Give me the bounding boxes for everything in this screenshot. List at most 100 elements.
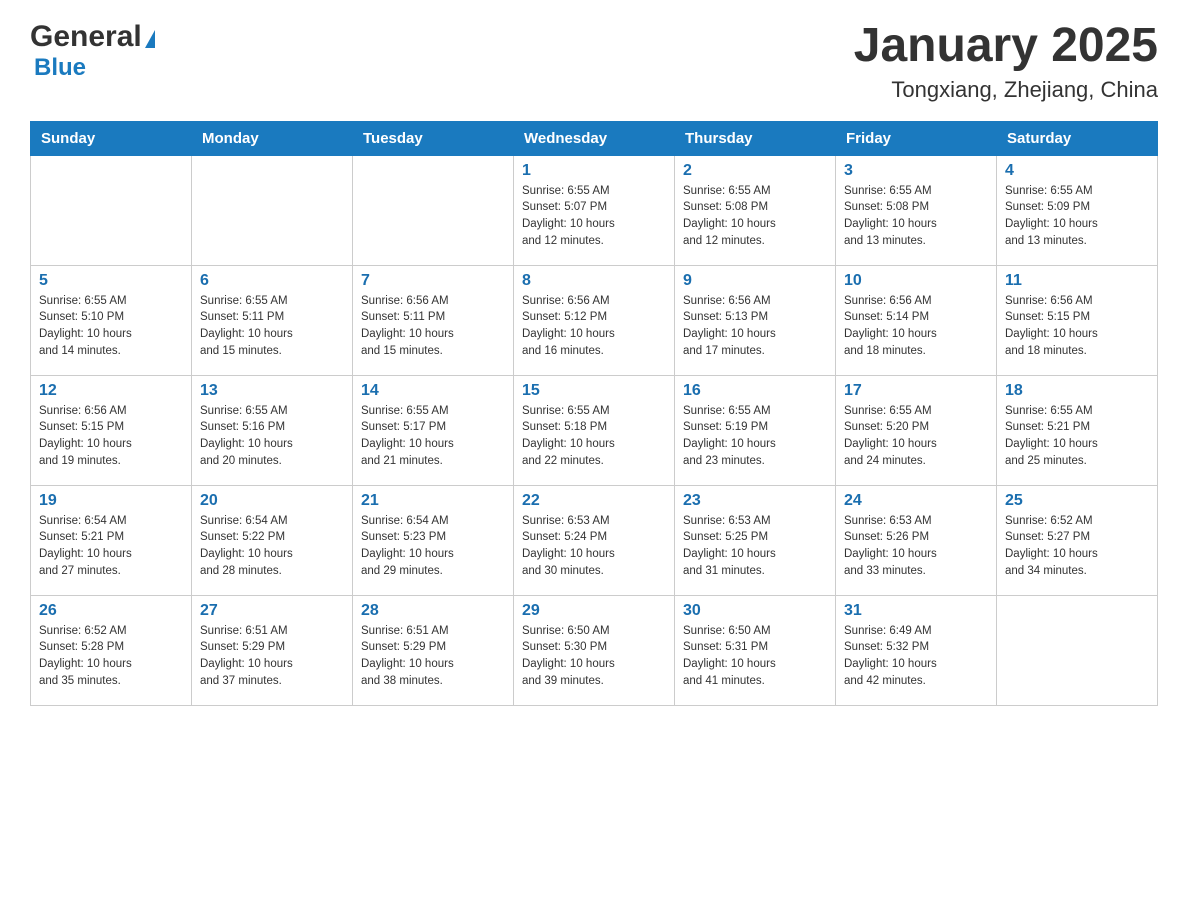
day-number: 13 bbox=[200, 382, 344, 400]
month-title: January 2025 bbox=[854, 20, 1158, 73]
day-number: 8 bbox=[522, 272, 666, 290]
day-info: Sunrise: 6:55 AM Sunset: 5:09 PM Dayligh… bbox=[1005, 183, 1149, 250]
calendar-cell: 9 Sunrise: 6:56 AM Sunset: 5:13 PM Daylig… bbox=[675, 265, 836, 375]
calendar-cell: 21 Sunrise: 6:54 AM Sunset: 5:23 PM Dayli… bbox=[353, 485, 514, 595]
calendar-week-4: 19 Sunrise: 6:54 AM Sunset: 5:21 PM Dayli… bbox=[31, 485, 1158, 595]
day-number: 12 bbox=[39, 382, 183, 400]
day-number: 7 bbox=[361, 272, 505, 290]
calendar-cell: 4 Sunrise: 6:55 AM Sunset: 5:09 PM Daylig… bbox=[997, 155, 1158, 265]
calendar-week-3: 12 Sunrise: 6:56 AM Sunset: 5:15 PM Dayli… bbox=[31, 375, 1158, 485]
calendar-cell: 30 Sunrise: 6:50 AM Sunset: 5:31 PM Dayli… bbox=[675, 595, 836, 705]
calendar-header: SundayMondayTuesdayWednesdayThursdayFrid… bbox=[31, 121, 1158, 155]
day-info: Sunrise: 6:55 AM Sunset: 5:16 PM Dayligh… bbox=[200, 403, 344, 470]
header-friday: Friday bbox=[836, 121, 997, 155]
day-info: Sunrise: 6:55 AM Sunset: 5:11 PM Dayligh… bbox=[200, 293, 344, 360]
title-area: January 2025 Tongxiang, Zhejiang, China bbox=[854, 20, 1158, 103]
calendar-cell: 15 Sunrise: 6:55 AM Sunset: 5:18 PM Dayli… bbox=[514, 375, 675, 485]
calendar-cell: 23 Sunrise: 6:53 AM Sunset: 5:25 PM Dayli… bbox=[675, 485, 836, 595]
day-info: Sunrise: 6:55 AM Sunset: 5:18 PM Dayligh… bbox=[522, 403, 666, 470]
calendar-cell: 27Sunrise: 6:51 AM Sunset: 5:29 PM Dayli… bbox=[192, 595, 353, 705]
day-info: Sunrise: 6:53 AM Sunset: 5:25 PM Dayligh… bbox=[683, 513, 827, 580]
day-info: Sunrise: 6:55 AM Sunset: 5:17 PM Dayligh… bbox=[361, 403, 505, 470]
day-number: 25 bbox=[1005, 492, 1149, 510]
calendar-cell: 2Sunrise: 6:55 AM Sunset: 5:08 PM Daylig… bbox=[675, 155, 836, 265]
day-info: Sunrise: 6:56 AM Sunset: 5:13 PM Dayligh… bbox=[683, 293, 827, 360]
day-info: Sunrise: 6:56 AM Sunset: 5:15 PM Dayligh… bbox=[1005, 293, 1149, 360]
day-info: Sunrise: 6:55 AM Sunset: 5:19 PM Dayligh… bbox=[683, 403, 827, 470]
calendar-cell: 11 Sunrise: 6:56 AM Sunset: 5:15 PM Dayli… bbox=[997, 265, 1158, 375]
day-info: Sunrise: 6:50 AM Sunset: 5:31 PM Dayligh… bbox=[683, 623, 827, 690]
day-info: Sunrise: 6:54 AM Sunset: 5:23 PM Dayligh… bbox=[361, 513, 505, 580]
calendar-week-5: 26Sunrise: 6:52 AM Sunset: 5:28 PM Dayli… bbox=[31, 595, 1158, 705]
header-wednesday: Wednesday bbox=[514, 121, 675, 155]
calendar-cell: 14Sunrise: 6:55 AM Sunset: 5:17 PM Dayli… bbox=[353, 375, 514, 485]
calendar-cell bbox=[192, 155, 353, 265]
calendar-cell: 3 Sunrise: 6:55 AM Sunset: 5:08 PM Daylig… bbox=[836, 155, 997, 265]
calendar-cell: 16 Sunrise: 6:55 AM Sunset: 5:19 PM Dayli… bbox=[675, 375, 836, 485]
header-saturday: Saturday bbox=[997, 121, 1158, 155]
day-info: Sunrise: 6:54 AM Sunset: 5:21 PM Dayligh… bbox=[39, 513, 183, 580]
day-number: 17 bbox=[844, 382, 988, 400]
location-title: Tongxiang, Zhejiang, China bbox=[854, 77, 1158, 103]
day-number: 20 bbox=[200, 492, 344, 510]
calendar-cell: 25Sunrise: 6:52 AM Sunset: 5:27 PM Dayli… bbox=[997, 485, 1158, 595]
day-info: Sunrise: 6:50 AM Sunset: 5:30 PM Dayligh… bbox=[522, 623, 666, 690]
day-number: 6 bbox=[200, 272, 344, 290]
day-number: 9 bbox=[683, 272, 827, 290]
day-number: 30 bbox=[683, 602, 827, 620]
day-number: 4 bbox=[1005, 162, 1149, 180]
calendar-cell bbox=[353, 155, 514, 265]
day-info: Sunrise: 6:52 AM Sunset: 5:28 PM Dayligh… bbox=[39, 623, 183, 690]
day-number: 1 bbox=[522, 162, 666, 180]
day-info: Sunrise: 6:56 AM Sunset: 5:12 PM Dayligh… bbox=[522, 293, 666, 360]
calendar-cell: 17 Sunrise: 6:55 AM Sunset: 5:20 PM Dayli… bbox=[836, 375, 997, 485]
day-info: Sunrise: 6:55 AM Sunset: 5:20 PM Dayligh… bbox=[844, 403, 988, 470]
day-number: 3 bbox=[844, 162, 988, 180]
logo-triangle-icon bbox=[145, 30, 155, 48]
day-number: 16 bbox=[683, 382, 827, 400]
calendar-cell: 1 Sunrise: 6:55 AM Sunset: 5:07 PM Daylig… bbox=[514, 155, 675, 265]
calendar-cell: 13 Sunrise: 6:55 AM Sunset: 5:16 PM Dayli… bbox=[192, 375, 353, 485]
day-number: 5 bbox=[39, 272, 183, 290]
logo: General Blue bbox=[30, 20, 155, 82]
calendar-cell: 18Sunrise: 6:55 AM Sunset: 5:21 PM Dayli… bbox=[997, 375, 1158, 485]
logo-general-text: General bbox=[30, 20, 142, 54]
day-number: 11 bbox=[1005, 272, 1149, 290]
day-number: 19 bbox=[39, 492, 183, 510]
calendar-table: SundayMondayTuesdayWednesdayThursdayFrid… bbox=[30, 121, 1158, 706]
calendar-cell: 7 Sunrise: 6:56 AM Sunset: 5:11 PM Daylig… bbox=[353, 265, 514, 375]
calendar-cell: 29 Sunrise: 6:50 AM Sunset: 5:30 PM Dayli… bbox=[514, 595, 675, 705]
day-number: 28 bbox=[361, 602, 505, 620]
calendar-cell: 20 Sunrise: 6:54 AM Sunset: 5:22 PM Dayli… bbox=[192, 485, 353, 595]
page-header: General Blue January 2025 Tongxiang, Zhe… bbox=[30, 20, 1158, 103]
day-info: Sunrise: 6:54 AM Sunset: 5:22 PM Dayligh… bbox=[200, 513, 344, 580]
header-thursday: Thursday bbox=[675, 121, 836, 155]
calendar-cell: 22 Sunrise: 6:53 AM Sunset: 5:24 PM Dayli… bbox=[514, 485, 675, 595]
header-row: SundayMondayTuesdayWednesdayThursdayFrid… bbox=[31, 121, 1158, 155]
calendar-cell: 19 Sunrise: 6:54 AM Sunset: 5:21 PM Dayli… bbox=[31, 485, 192, 595]
day-number: 22 bbox=[522, 492, 666, 510]
day-info: Sunrise: 6:53 AM Sunset: 5:26 PM Dayligh… bbox=[844, 513, 988, 580]
day-info: Sunrise: 6:55 AM Sunset: 5:08 PM Dayligh… bbox=[844, 183, 988, 250]
day-info: Sunrise: 6:55 AM Sunset: 5:10 PM Dayligh… bbox=[39, 293, 183, 360]
calendar-body: 1 Sunrise: 6:55 AM Sunset: 5:07 PM Daylig… bbox=[31, 155, 1158, 705]
day-number: 10 bbox=[844, 272, 988, 290]
day-info: Sunrise: 6:55 AM Sunset: 5:07 PM Dayligh… bbox=[522, 183, 666, 250]
day-info: Sunrise: 6:56 AM Sunset: 5:11 PM Dayligh… bbox=[361, 293, 505, 360]
day-number: 21 bbox=[361, 492, 505, 510]
header-monday: Monday bbox=[192, 121, 353, 155]
header-sunday: Sunday bbox=[31, 121, 192, 155]
calendar-cell: 6 Sunrise: 6:55 AM Sunset: 5:11 PM Daylig… bbox=[192, 265, 353, 375]
day-info: Sunrise: 6:55 AM Sunset: 5:21 PM Dayligh… bbox=[1005, 403, 1149, 470]
day-number: 15 bbox=[522, 382, 666, 400]
calendar-cell: 24Sunrise: 6:53 AM Sunset: 5:26 PM Dayli… bbox=[836, 485, 997, 595]
day-info: Sunrise: 6:56 AM Sunset: 5:15 PM Dayligh… bbox=[39, 403, 183, 470]
calendar-cell: 5 Sunrise: 6:55 AM Sunset: 5:10 PM Daylig… bbox=[31, 265, 192, 375]
header-tuesday: Tuesday bbox=[353, 121, 514, 155]
day-number: 29 bbox=[522, 602, 666, 620]
day-info: Sunrise: 6:53 AM Sunset: 5:24 PM Dayligh… bbox=[522, 513, 666, 580]
calendar-cell: 31Sunrise: 6:49 AM Sunset: 5:32 PM Dayli… bbox=[836, 595, 997, 705]
day-number: 31 bbox=[844, 602, 988, 620]
day-number: 23 bbox=[683, 492, 827, 510]
day-info: Sunrise: 6:51 AM Sunset: 5:29 PM Dayligh… bbox=[200, 623, 344, 690]
